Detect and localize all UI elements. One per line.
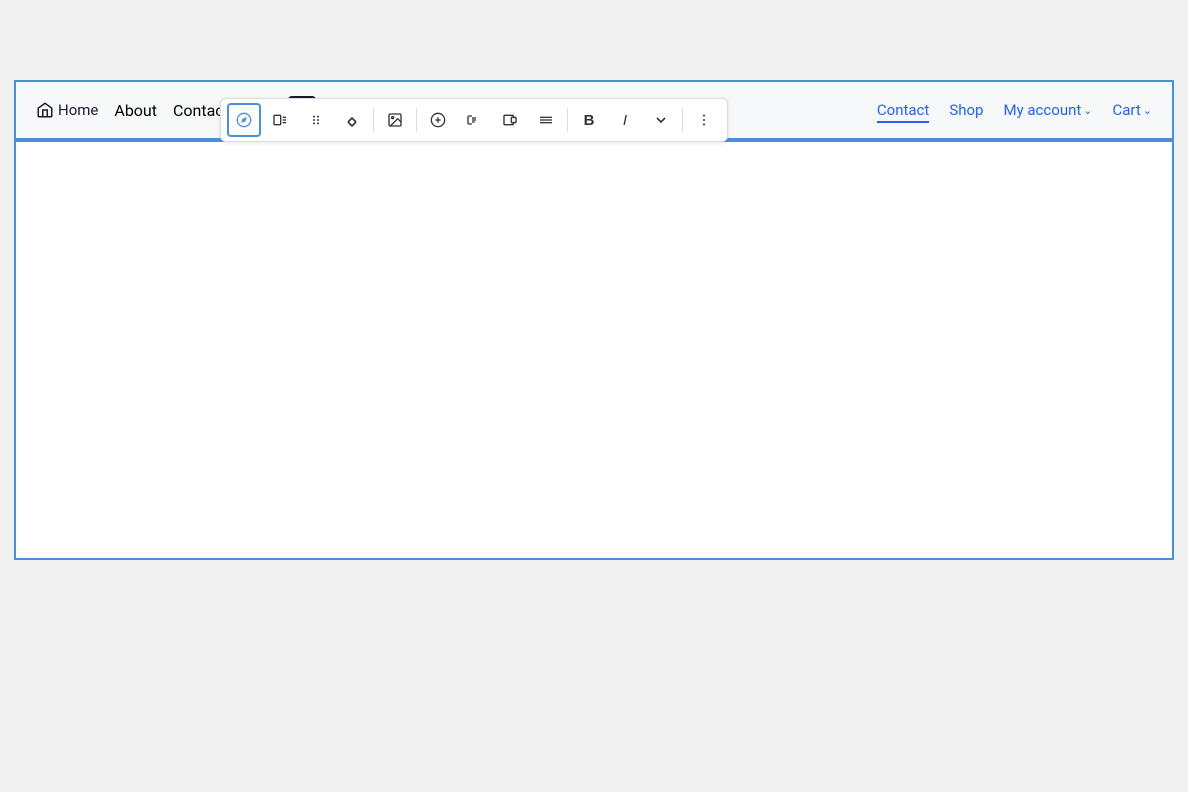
italic-icon: I: [623, 112, 627, 129]
toolbar-divider-3: [567, 108, 568, 132]
custom-html-button[interactable]: [493, 103, 527, 137]
block-selector-button[interactable]: [263, 103, 297, 137]
cart-chevron-icon: ⌄: [1143, 104, 1152, 117]
nav-contact-right[interactable]: Contact: [877, 97, 929, 123]
nav-home[interactable]: Home: [36, 101, 98, 119]
more-menu-button[interactable]: [687, 103, 721, 137]
toolbar-divider-2: [416, 108, 417, 132]
content-edit-button[interactable]: [457, 103, 491, 137]
bold-button[interactable]: B: [572, 103, 606, 137]
my-account-label: My account: [1003, 101, 1081, 119]
page-wrapper: B I: [0, 80, 1188, 792]
bold-icon: B: [584, 112, 595, 129]
nav-about[interactable]: About: [114, 101, 157, 120]
cart-label: Cart: [1113, 101, 1141, 119]
bottom-area: [0, 560, 1188, 620]
editor-toolbar: B I: [220, 98, 728, 142]
image-button[interactable]: [378, 103, 412, 137]
home-icon: [36, 101, 54, 119]
move-updown-button[interactable]: [335, 103, 369, 137]
format-dropdown-button[interactable]: [644, 103, 678, 137]
my-account-chevron-icon: ⌄: [1083, 104, 1092, 117]
italic-button[interactable]: I: [608, 103, 642, 137]
nav-right: Contact Shop My account ⌄ Cart ⌄: [877, 97, 1152, 123]
drag-button[interactable]: [299, 103, 333, 137]
nav-my-account[interactable]: My account ⌄: [1003, 101, 1092, 119]
toolbar-divider-1: [373, 108, 374, 132]
navigate-button[interactable]: [227, 103, 261, 137]
nav-home-label: Home: [58, 101, 98, 119]
toolbar-divider-4: [682, 108, 683, 132]
add-block-button[interactable]: [421, 103, 455, 137]
align-button[interactable]: [529, 103, 563, 137]
nav-cart[interactable]: Cart ⌄: [1113, 101, 1153, 119]
main-content-area: [14, 140, 1174, 560]
nav-shop[interactable]: Shop: [949, 97, 983, 123]
